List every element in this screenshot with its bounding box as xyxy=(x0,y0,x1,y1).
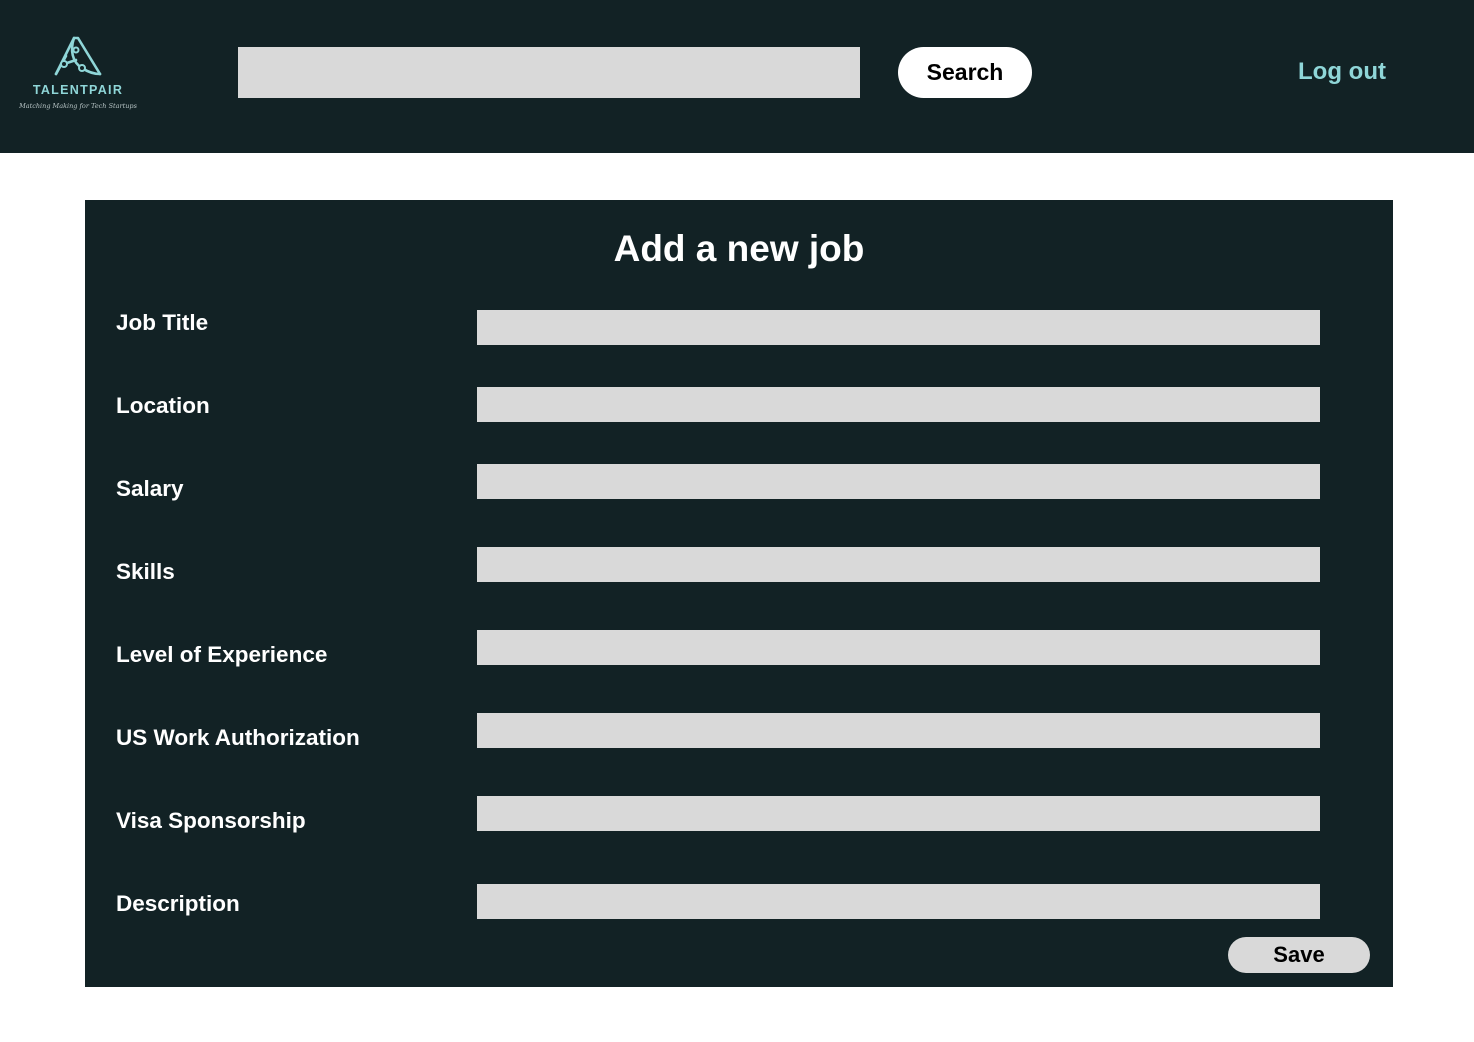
form-title: Add a new job xyxy=(613,228,865,269)
salary-label: Salary xyxy=(116,476,184,501)
work-authorization-label: US Work Authorization xyxy=(116,725,360,750)
salary-input[interactable] xyxy=(477,464,1320,499)
skills-input[interactable] xyxy=(477,547,1320,582)
description-label: Description xyxy=(116,891,240,916)
location-input[interactable] xyxy=(477,387,1320,422)
top-header: TALENTPAIR Matching Making for Tech Star… xyxy=(0,0,1474,153)
save-button[interactable]: Save xyxy=(1228,937,1370,973)
skills-label: Skills xyxy=(116,559,175,584)
add-job-form: Add a new job Job Title Location Salary … xyxy=(85,200,1393,987)
work-authorization-input[interactable] xyxy=(477,713,1320,748)
location-label: Location xyxy=(116,393,210,418)
talentpair-logo[interactable]: TALENTPAIR Matching Making for Tech Star… xyxy=(16,30,140,116)
job-title-label: Job Title xyxy=(116,310,209,335)
job-title-input[interactable] xyxy=(477,310,1320,345)
experience-level-label: Level of Experience xyxy=(116,642,328,667)
logo-tagline: Matching Making for Tech Startups xyxy=(19,102,137,110)
description-input[interactable] xyxy=(477,884,1320,919)
talentpair-logo-icon xyxy=(54,36,102,76)
logo-name: TALENTPAIR xyxy=(32,83,124,97)
experience-level-input[interactable] xyxy=(477,630,1320,665)
visa-sponsorship-input[interactable] xyxy=(477,796,1320,831)
logout-link[interactable]: Log out xyxy=(1276,58,1408,86)
search-input[interactable] xyxy=(238,47,860,98)
search-button[interactable]: Search xyxy=(898,47,1032,98)
visa-sponsorship-label: Visa Sponsorship xyxy=(116,808,306,833)
